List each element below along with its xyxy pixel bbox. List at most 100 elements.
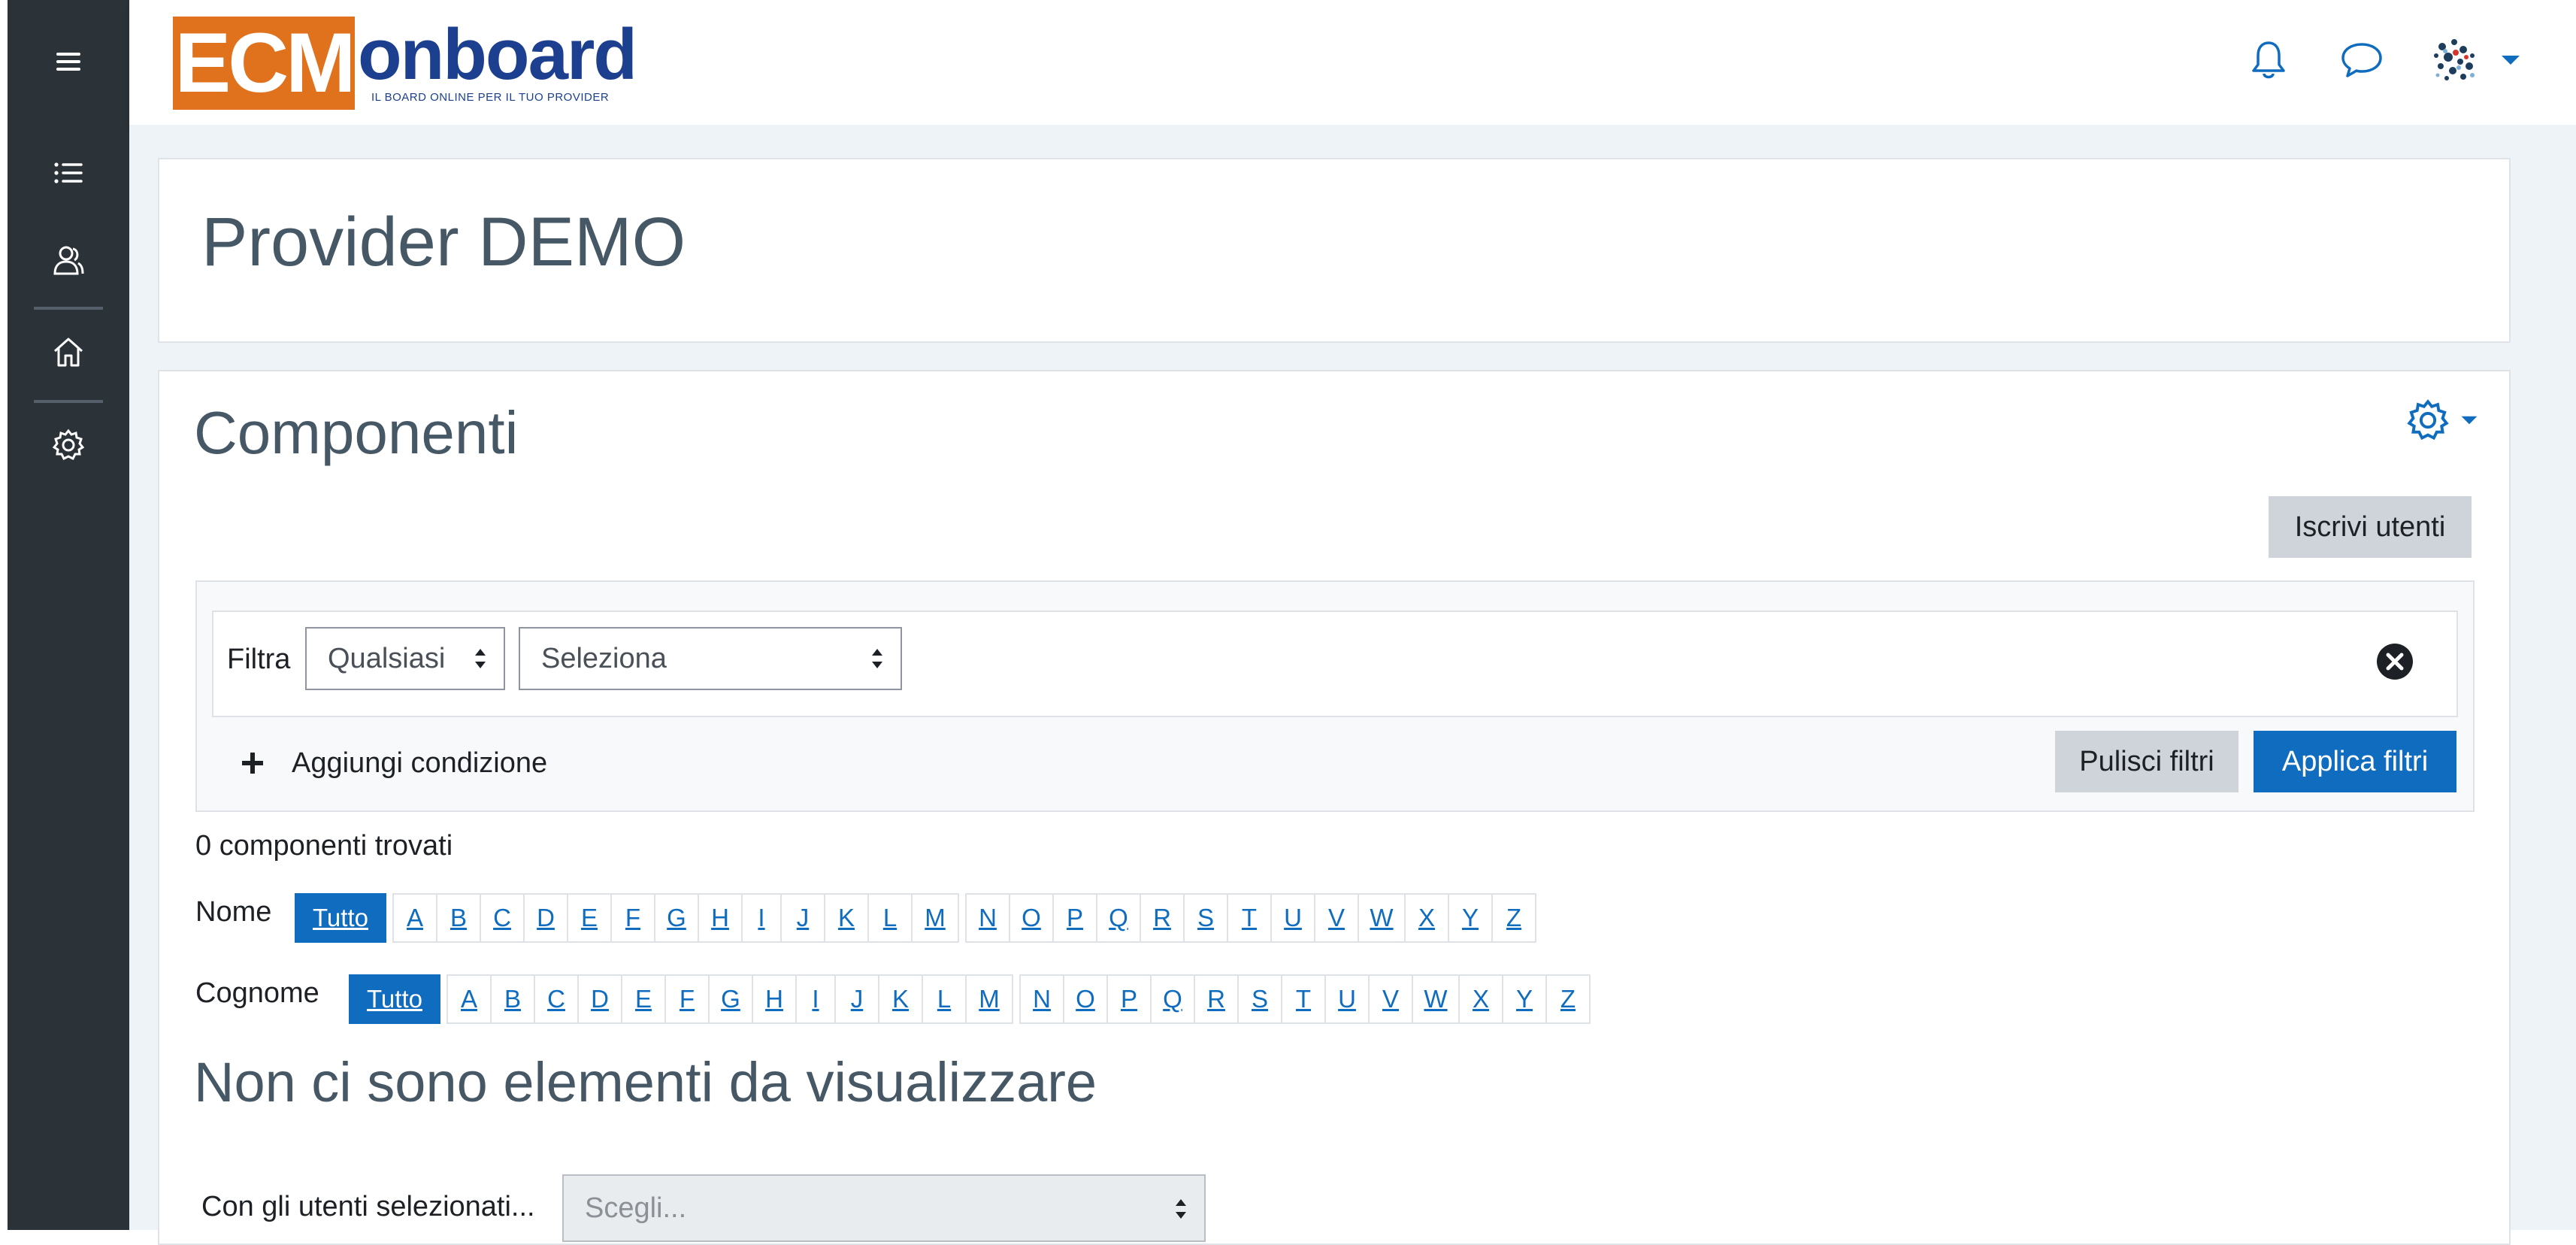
last-name-initial-g[interactable]: G (708, 974, 753, 1024)
last-name-initial-i[interactable]: I (795, 974, 836, 1024)
enrol-users-button[interactable]: Iscrivi utenti (2269, 496, 2472, 558)
last-name-initial-n[interactable]: N (1019, 974, 1064, 1024)
bulk-action-label: Con gli utenti selezionati... (201, 1191, 535, 1222)
sidebar-item-home[interactable] (8, 314, 129, 389)
select-caret-icon (872, 649, 882, 668)
last-name-initial-s[interactable]: S (1237, 974, 1282, 1024)
caret-down-icon (2502, 56, 2520, 65)
last-name-initial-w[interactable]: W (1412, 974, 1460, 1024)
sidebar-item-course-index[interactable] (8, 135, 129, 211)
first-name-initial-g[interactable]: G (654, 893, 699, 943)
logo-wordmark: onboard (358, 14, 637, 95)
first-name-initial-e[interactable]: E (567, 893, 612, 943)
first-name-initials-bar: Tutto A B C D E F G H I J K L M N O P Q R S T U V W X Y Z (295, 893, 1536, 943)
last-name-initial-m[interactable]: M (965, 974, 1013, 1024)
bell-icon (2252, 41, 2285, 79)
last-name-initial-d[interactable]: D (577, 974, 622, 1024)
first-name-initial-w[interactable]: W (1358, 893, 1406, 943)
last-name-initial-v[interactable]: V (1368, 974, 1413, 1024)
first-name-initial-y[interactable]: Y (1448, 893, 1493, 943)
first-name-initial-o[interactable]: O (1009, 893, 1054, 943)
last-name-initial-c[interactable]: C (534, 974, 579, 1024)
first-name-initial-all[interactable]: Tutto (295, 893, 386, 943)
last-name-initial-x[interactable]: X (1458, 974, 1503, 1024)
results-count: 0 componenti trovati (195, 830, 453, 862)
plus-icon (242, 753, 263, 774)
remove-condition-button[interactable] (2375, 642, 2414, 681)
filter-field-select[interactable]: Seleziona (519, 627, 902, 690)
site-logo[interactable]: ECM onboard IL BOARD ONLINE PER IL TUO P… (173, 14, 654, 110)
first-name-initial-l[interactable]: L (867, 893, 913, 943)
first-name-initial-c[interactable]: C (480, 893, 525, 943)
page-title: Provider DEMO (201, 204, 686, 280)
first-name-initial-q[interactable]: Q (1096, 893, 1141, 943)
empty-state-message: Non ci sono elementi da visualizzare (194, 1051, 1097, 1113)
last-name-initial-p[interactable]: P (1106, 974, 1152, 1024)
participants-icon (53, 246, 84, 275)
last-name-initial-l[interactable]: L (922, 974, 967, 1024)
last-name-initial-z[interactable]: Z (1545, 974, 1591, 1024)
home-icon (54, 338, 83, 367)
first-name-initial-i[interactable]: I (741, 893, 782, 943)
first-name-initial-a[interactable]: A (392, 893, 437, 943)
first-name-initial-p[interactable]: P (1052, 893, 1097, 943)
last-name-initial-a[interactable]: A (446, 974, 492, 1024)
first-name-initial-f[interactable]: F (610, 893, 655, 943)
add-condition-button[interactable]: Aggiungi condizione (241, 744, 547, 782)
last-name-initial-all[interactable]: Tutto (349, 974, 440, 1024)
first-name-initial-n[interactable]: N (965, 893, 1010, 943)
bulk-action-select[interactable]: Scegli... (562, 1174, 1206, 1242)
window-edge (0, 0, 8, 1230)
first-name-initial-x[interactable]: X (1404, 893, 1449, 943)
sidebar-item-settings[interactable] (8, 407, 129, 483)
first-name-initial-b[interactable]: B (436, 893, 481, 943)
last-name-initial-j[interactable]: J (834, 974, 879, 1024)
hamburger-icon (56, 53, 80, 71)
first-name-initial-j[interactable]: J (780, 893, 825, 943)
left-sidebar (8, 0, 129, 1230)
close-circle-icon (2377, 644, 2413, 680)
drawer-toggle-button[interactable] (8, 24, 129, 99)
sidebar-item-participants[interactable] (8, 223, 129, 298)
notifications-button[interactable] (2246, 38, 2291, 83)
bulk-action-placeholder: Scegli... (585, 1192, 687, 1224)
last-name-initial-b[interactable]: B (490, 974, 535, 1024)
last-name-initial-q[interactable]: Q (1150, 974, 1195, 1024)
list-icon (54, 162, 83, 183)
last-name-initial-u[interactable]: U (1324, 974, 1370, 1024)
first-name-initials-label: Nome (195, 896, 272, 928)
first-name-initial-v[interactable]: V (1314, 893, 1359, 943)
first-name-initial-s[interactable]: S (1183, 893, 1228, 943)
last-name-initial-h[interactable]: H (752, 974, 797, 1024)
first-name-initial-h[interactable]: H (698, 893, 743, 943)
gear-icon (2407, 399, 2449, 441)
last-name-initial-o[interactable]: O (1063, 974, 1108, 1024)
last-name-initial-f[interactable]: F (664, 974, 710, 1024)
first-name-initial-k[interactable]: K (824, 893, 869, 943)
last-name-initial-r[interactable]: R (1194, 974, 1239, 1024)
last-name-initial-e[interactable]: E (621, 974, 666, 1024)
first-name-initial-m[interactable]: M (911, 893, 959, 943)
filter-match-select[interactable]: Qualsiasi (305, 627, 505, 690)
add-condition-label: Aggiungi condizione (292, 747, 548, 779)
apply-filters-button[interactable]: Applica filtri (2254, 731, 2456, 792)
select-caret-icon (475, 649, 486, 668)
settings-gear-icon (52, 429, 85, 461)
logo-mark: ECM (173, 17, 356, 110)
sidebar-divider (34, 307, 103, 310)
chat-icon (2341, 43, 2382, 77)
first-name-initial-d[interactable]: D (523, 893, 568, 943)
user-menu-toggle[interactable] (2425, 38, 2523, 83)
page-actions-menu[interactable] (2405, 392, 2488, 448)
logo-tagline: IL BOARD ONLINE PER IL TUO PROVIDER (371, 91, 610, 104)
messages-button[interactable] (2339, 38, 2384, 83)
first-name-initial-u[interactable]: U (1270, 893, 1315, 943)
last-name-initial-y[interactable]: Y (1502, 974, 1547, 1024)
first-name-initial-r[interactable]: R (1140, 893, 1185, 943)
first-name-initial-t[interactable]: T (1227, 893, 1272, 943)
clear-filters-button[interactable]: Pulisci filtri (2055, 731, 2238, 792)
last-name-initial-t[interactable]: T (1281, 974, 1326, 1024)
last-name-initial-k[interactable]: K (878, 974, 923, 1024)
top-navbar: ECM onboard IL BOARD ONLINE PER IL TUO P… (129, 0, 2576, 125)
first-name-initial-z[interactable]: Z (1491, 893, 1536, 943)
